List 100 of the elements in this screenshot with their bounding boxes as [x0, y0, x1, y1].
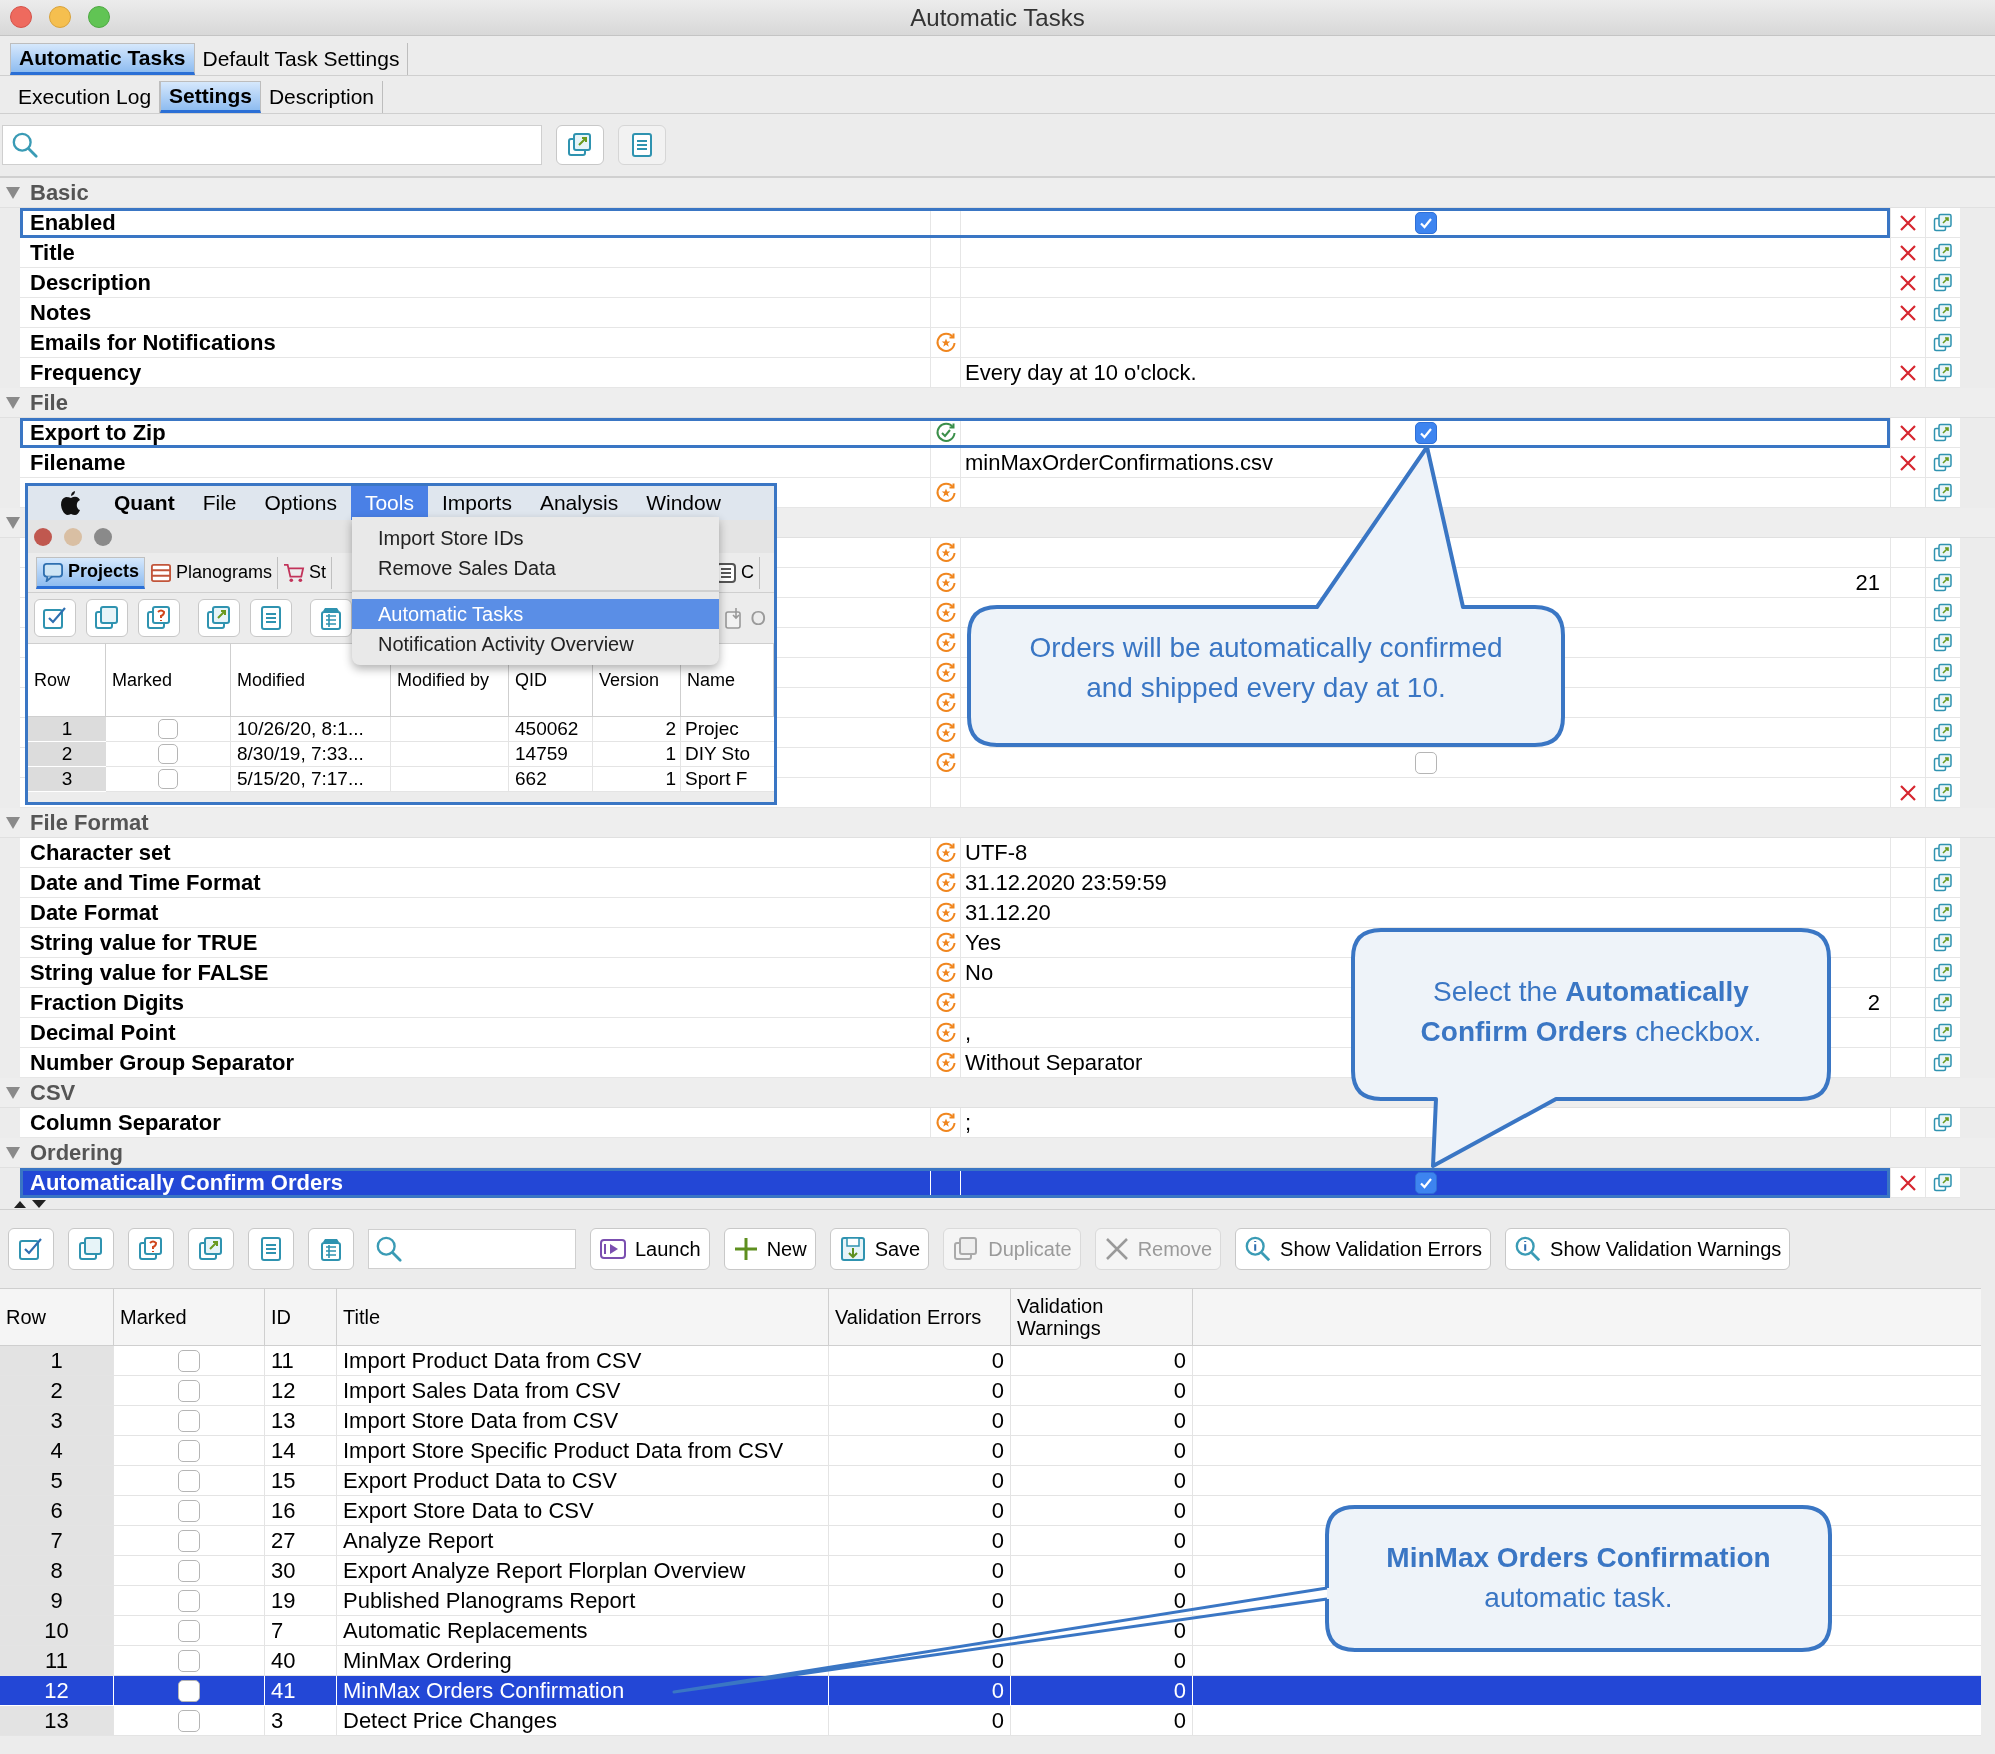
toolbar-button[interactable] — [128, 1228, 174, 1270]
menu-item[interactable]: Tools — [350, 486, 428, 520]
toolbar-button[interactable] — [34, 599, 76, 637]
toolbar-button[interactable] — [310, 599, 352, 637]
star-refresh-icon[interactable] — [934, 1051, 957, 1074]
checkbox[interactable] — [178, 1439, 200, 1462]
star-refresh-icon[interactable] — [934, 331, 957, 354]
search-field[interactable] — [368, 1229, 576, 1269]
star-refresh-icon[interactable] — [934, 1111, 957, 1134]
copy-icon[interactable] — [1933, 722, 1953, 743]
toolbar-button[interactable]: Show Validation Errors — [1235, 1228, 1492, 1270]
tab[interactable]: Planograms — [145, 556, 279, 589]
toolbar-button[interactable] — [198, 599, 240, 637]
copy-icon[interactable] — [1933, 932, 1953, 953]
star-refresh-icon[interactable] — [934, 931, 957, 954]
property-row[interactable]: Date Format 31.12.20 — [20, 898, 1960, 928]
checkbox[interactable] — [178, 1529, 200, 1552]
copy-icon[interactable] — [1933, 272, 1953, 293]
star-refresh-icon[interactable] — [934, 1021, 957, 1044]
column-header[interactable]: Title — [337, 1289, 829, 1345]
toolbar-button[interactable]: Launch — [590, 1228, 710, 1270]
menu-item[interactable]: Options — [250, 486, 351, 520]
copy-icon[interactable] — [1933, 1172, 1953, 1193]
table-row[interactable]: 1 10/26/20, 8:1... 450062 2 Projec — [28, 717, 774, 742]
window-control-button[interactable] — [34, 527, 52, 546]
checkbox[interactable] — [1414, 211, 1437, 234]
column-header[interactable]: ID — [265, 1289, 337, 1345]
copy-icon[interactable] — [1933, 482, 1953, 503]
table-row[interactable]: 12 41 MinMax Orders Confirmation 0 0 — [0, 1676, 1981, 1706]
close-icon[interactable] — [1898, 302, 1918, 323]
splitter-arrows-icon[interactable] — [12, 1198, 48, 1209]
checkbox[interactable] — [158, 744, 178, 764]
star-refresh-icon[interactable] — [934, 631, 957, 654]
property-row[interactable]: Frequency Every day at 10 o'clock. — [20, 358, 1960, 388]
star-refresh-icon[interactable] — [934, 661, 957, 684]
copy-icon[interactable] — [1933, 872, 1953, 893]
checkbox[interactable] — [1414, 751, 1437, 774]
copy-icon[interactable] — [1933, 1052, 1953, 1073]
star-refresh-icon[interactable] — [934, 601, 957, 624]
copy-icon[interactable] — [1933, 752, 1953, 773]
menu-item[interactable]: Imports — [427, 486, 526, 520]
copy-icon[interactable] — [1933, 422, 1953, 443]
close-icon[interactable] — [1898, 422, 1918, 443]
close-icon[interactable] — [1898, 1172, 1918, 1193]
menu-item[interactable]: Quant — [100, 486, 189, 520]
expand-triangle-icon[interactable] — [6, 1146, 20, 1159]
table-row[interactable]: 2 12 Import Sales Data from CSV 0 0 — [0, 1376, 1981, 1406]
checkbox[interactable] — [178, 1619, 200, 1642]
copy-icon[interactable] — [1933, 302, 1953, 323]
checkbox[interactable] — [178, 1349, 200, 1372]
check-refresh-icon[interactable] — [934, 421, 957, 444]
tab[interactable]: Projects — [36, 556, 146, 589]
checkbox[interactable] — [178, 1679, 200, 1702]
close-button[interactable] — [10, 6, 32, 28]
table-row[interactable]: 3 5/15/20, 7:17... 662 1 Sport F — [28, 767, 774, 792]
close-icon[interactable] — [1898, 782, 1918, 803]
copy-icon[interactable] — [1933, 662, 1953, 683]
property-row[interactable]: Emails for Notifications — [20, 328, 1960, 358]
toolbar-button[interactable]: New — [723, 1228, 816, 1270]
property-row[interactable]: Description — [20, 268, 1960, 298]
star-refresh-icon[interactable] — [934, 841, 957, 864]
checkbox[interactable] — [1414, 421, 1437, 444]
star-refresh-icon[interactable] — [934, 961, 957, 984]
checkbox[interactable] — [178, 1709, 200, 1732]
star-refresh-icon[interactable] — [934, 541, 957, 564]
checkbox[interactable] — [1414, 1171, 1437, 1194]
property-row[interactable]: Character set UTF-8 — [20, 838, 1960, 868]
menu-item[interactable]: Window — [632, 486, 735, 520]
tab[interactable]: Description — [260, 81, 383, 113]
copy-icon[interactable] — [1933, 1112, 1953, 1133]
menu-item[interactable]: Analysis — [525, 486, 633, 520]
search-field[interactable] — [2, 125, 542, 165]
tab[interactable]: Automatic Tasks — [10, 43, 195, 75]
property-row[interactable]: Notes — [20, 298, 1960, 328]
minimize-button[interactable] — [49, 6, 71, 28]
table-row[interactable]: 13 3 Detect Price Changes 0 0 — [0, 1706, 1981, 1736]
copy-icon[interactable] — [1933, 992, 1953, 1013]
expand-triangle-icon[interactable] — [6, 396, 20, 409]
toolbar-button[interactable] — [556, 125, 604, 165]
toolbar-button[interactable] — [250, 599, 292, 637]
tab[interactable]: St — [278, 556, 333, 589]
copy-icon[interactable] — [1933, 842, 1953, 863]
expand-triangle-icon[interactable] — [6, 816, 20, 829]
copy-icon[interactable] — [1933, 692, 1953, 713]
expand-triangle-icon[interactable] — [6, 516, 20, 529]
star-refresh-icon[interactable] — [934, 901, 957, 924]
table-row[interactable]: 5 15 Export Product Data to CSV 0 0 — [0, 1466, 1981, 1496]
toolbar-button[interactable] — [618, 125, 666, 165]
copy-icon[interactable] — [1933, 572, 1953, 593]
checkbox[interactable] — [178, 1559, 200, 1582]
checkbox[interactable] — [158, 769, 178, 789]
copy-icon[interactable] — [1933, 1022, 1953, 1043]
copy-icon[interactable] — [1933, 602, 1953, 623]
toolbar-button[interactable] — [188, 1228, 234, 1270]
toolbar-button[interactable] — [308, 1228, 354, 1270]
column-header[interactable]: Row — [0, 1289, 114, 1345]
checkbox[interactable] — [178, 1379, 200, 1402]
table-row[interactable]: 3 13 Import Store Data from CSV 0 0 — [0, 1406, 1981, 1436]
close-icon[interactable] — [1898, 272, 1918, 293]
checkbox[interactable] — [178, 1589, 200, 1612]
